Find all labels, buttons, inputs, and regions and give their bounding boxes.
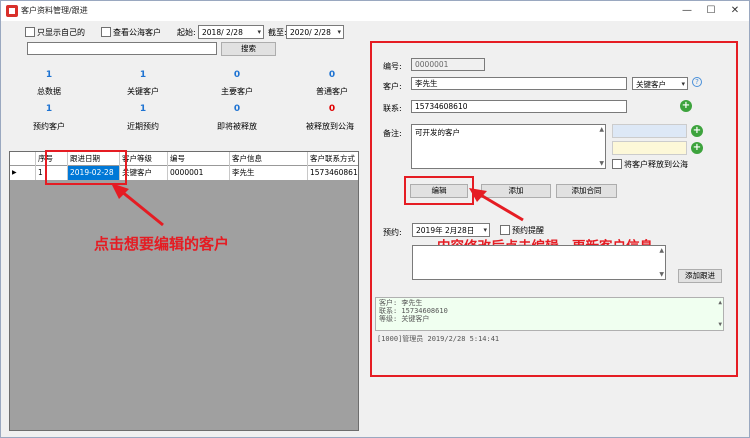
scroll-up-icon[interactable]: ▲ — [659, 247, 664, 254]
stat-main-value: 0 — [233, 70, 241, 80]
only-mine-checkbox[interactable] — [25, 27, 35, 37]
add-followup-button[interactable]: 添加跟进 — [678, 269, 722, 283]
grid-col-info[interactable]: 客户信息 — [230, 152, 308, 166]
start-date-picker[interactable]: 2018/ 2/28 ▾ — [198, 25, 264, 39]
note-text: 可开发的客户 — [415, 128, 460, 137]
stat-normal-label: 普通客户 — [316, 87, 348, 96]
followup-textarea[interactable]: ▲ ▼ — [412, 245, 666, 280]
add-contract-button[interactable]: 添加合同 — [556, 184, 617, 198]
level-select[interactable]: 关键客户 ▾ — [632, 77, 688, 90]
contact-field[interactable]: 15734608610 — [411, 100, 627, 113]
annotation-arrow-icon — [469, 188, 524, 222]
help-icon[interactable]: ? — [692, 77, 702, 87]
view-public-label: 查看公海客户 — [113, 28, 161, 37]
end-date-label: 截至: — [268, 28, 287, 37]
stat-appointment-label: 预约客户 — [33, 122, 65, 131]
note-textarea[interactable]: 可开发的客户 ▲ ▼ — [411, 124, 606, 169]
only-mine-label: 只显示自己的 — [37, 28, 85, 37]
level-select-value: 关键客户 — [636, 80, 666, 89]
stat-total-value: 1 — [45, 70, 53, 80]
appointment-label: 预约: — [383, 228, 402, 237]
scroll-down-icon[interactable]: ▼ — [599, 160, 604, 167]
stat-normal-value: 0 — [328, 70, 336, 80]
stat-key-label: 关键客户 — [127, 87, 159, 96]
stat-key-value: 1 — [139, 70, 147, 80]
annotation-highlight-row — [45, 150, 127, 185]
add-swatch-icon[interactable]: + — [691, 125, 703, 137]
stat-expiring-value: 0 — [233, 104, 241, 114]
close-button[interactable]: ✕ — [725, 3, 745, 19]
title-bar: 客户资料管理/跟进 — ☐ ✕ — [1, 1, 749, 21]
chevron-down-icon: ▾ — [257, 28, 261, 36]
color-swatch-blue[interactable] — [612, 124, 687, 138]
app-window: 客户资料管理/跟进 — ☐ ✕ 只显示自己的 查看公海客户 起始: 2018/ … — [0, 0, 750, 438]
stat-recent-label: 近期预约 — [127, 122, 159, 131]
release-label: 将客户释放到公海 — [624, 160, 688, 169]
scroll-up-icon[interactable]: ▲ — [718, 299, 722, 307]
stat-appointment-value: 1 — [45, 104, 53, 114]
grid-col-level[interactable]: 客户等级 — [120, 152, 168, 166]
reminder-checkbox[interactable] — [500, 225, 510, 235]
stat-main-label: 主要客户 — [221, 87, 253, 96]
end-date-picker[interactable]: 2020/ 2/28 ▾ — [286, 25, 344, 39]
log-line-level: 等级: 关键客户 — [379, 315, 430, 323]
row-code: 0000001 — [168, 166, 230, 180]
grid-col-contact[interactable]: 客户联系方式 — [308, 152, 358, 166]
note-label: 备注: — [383, 129, 402, 138]
stat-released-label: 被释放到公海 — [306, 122, 354, 131]
stat-expiring-label: 即将被释放 — [217, 122, 257, 131]
followup-log[interactable]: 客户: 李先生 联系: 15734608610 等级: 关键客户 ▲ ▼ — [375, 297, 724, 331]
log-line-customer: 客户: 李先生 — [379, 299, 423, 307]
view-public-checkbox[interactable] — [101, 27, 111, 37]
row-phone: 15734608610 — [310, 168, 358, 177]
add-contact-icon[interactable]: + — [680, 100, 692, 112]
search-input[interactable] — [27, 42, 217, 55]
customer-name-field[interactable]: 李先生 — [411, 77, 627, 90]
customer-label: 客户: — [383, 82, 402, 91]
color-swatch-yellow[interactable] — [612, 141, 687, 155]
customer-grid[interactable]: 序号 跟进日期 客户等级 编号 客户信息 客户联系方式 ▶ 1 2019-02-… — [9, 151, 359, 431]
maximize-button[interactable]: ☐ — [701, 3, 721, 19]
release-checkbox[interactable] — [612, 159, 622, 169]
edit-button[interactable]: 编辑 — [410, 184, 468, 198]
chevron-down-icon: ▾ — [483, 226, 487, 234]
start-date-value: 2018/ 2/28 — [202, 28, 243, 37]
app-logo-icon — [6, 5, 18, 17]
row-level: 关键客户 — [120, 166, 168, 180]
end-date-value: 2020/ 2/28 — [290, 28, 331, 37]
window-title: 客户资料管理/跟进 — [21, 6, 88, 15]
appointment-date-value: 2019年 2月28日 — [416, 226, 475, 235]
grid-col-code[interactable]: 编号 — [168, 152, 230, 166]
log-line-contact: 联系: 15734608610 — [379, 307, 448, 315]
annotation-arrow-icon — [111, 183, 164, 227]
stat-released-value: 0 — [328, 104, 336, 114]
stat-total-label: 总数据 — [37, 87, 61, 96]
grid-header-corner — [10, 152, 36, 166]
contact-label: 联系: — [383, 104, 402, 113]
start-date-label: 起始: — [177, 28, 196, 37]
minimize-button[interactable]: — — [677, 3, 697, 19]
row-name: 李先生 — [230, 166, 308, 180]
annotation-click-customer: 点击想要编辑的客户 — [94, 235, 230, 253]
scroll-down-icon[interactable]: ▼ — [659, 271, 664, 278]
chevron-down-icon: ▾ — [681, 80, 685, 88]
scroll-up-icon[interactable]: ▲ — [599, 126, 604, 133]
search-button[interactable]: 搜索 — [221, 42, 276, 56]
row-selector[interactable]: ▶ — [10, 166, 36, 180]
stat-recent-value: 1 — [139, 104, 147, 114]
code-label: 编号: — [383, 62, 402, 71]
chevron-down-icon: ▾ — [337, 28, 341, 36]
add-swatch-icon[interactable]: + — [691, 142, 703, 154]
code-field: 0000001 — [411, 58, 485, 71]
log-footer: [1000]管理员 2019/2/28 5:14:41 — [377, 335, 500, 343]
scroll-down-icon[interactable]: ▼ — [718, 321, 722, 329]
